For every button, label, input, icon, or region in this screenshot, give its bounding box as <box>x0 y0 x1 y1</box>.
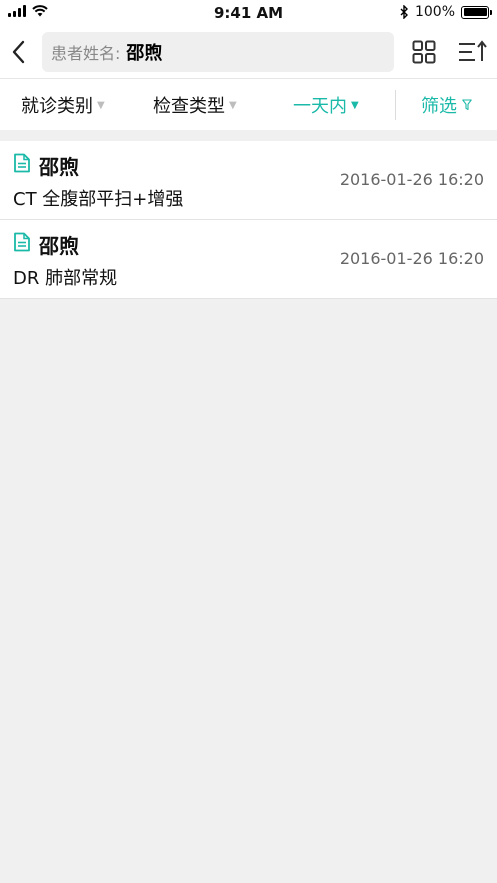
battery-icon <box>461 5 492 19</box>
sort-icon[interactable] <box>458 40 488 64</box>
exam-datetime: 2016-01-26 16:20 <box>339 170 484 189</box>
exam-description: CT 全腹部平扫+增强 <box>13 189 184 210</box>
filter-bar: 就诊类别 ▼ 检查类型 ▼ 一天内 ▼ 筛选 <box>0 78 497 130</box>
search-input[interactable]: 患者姓名: 邵煦 <box>42 32 394 72</box>
record-row[interactable]: 邵煦 DR 肺部常规 2016-01-26 16:20 <box>0 220 497 299</box>
search-header: 患者姓名: 邵煦 <box>0 26 497 78</box>
filter-label: 一天内 <box>293 96 347 117</box>
filter-label: 筛选 <box>421 96 457 117</box>
battery-percent: 100% <box>414 4 455 20</box>
grid-view-icon[interactable] <box>412 40 436 64</box>
filter-time-range[interactable]: 一天内 ▼ <box>293 79 359 131</box>
patient-name: 邵煦 <box>39 155 79 179</box>
document-icon <box>14 232 30 252</box>
back-icon[interactable] <box>6 36 32 68</box>
filter-label: 就诊类别 <box>21 96 93 117</box>
caret-down-icon: ▼ <box>351 99 359 111</box>
filter-divider <box>395 90 396 120</box>
filter-visit-category[interactable]: 就诊类别 ▼ <box>21 79 105 131</box>
record-list: 邵煦 CT 全腹部平扫+增强 2016-01-26 16:20 邵煦 DR 肺部… <box>0 141 497 299</box>
status-bar: 9:41 AM 100% <box>0 0 497 26</box>
filter-more-button[interactable]: 筛选 <box>421 79 472 131</box>
status-right: 100% <box>400 4 492 20</box>
caret-down-icon: ▼ <box>229 99 237 111</box>
exam-description: DR 肺部常规 <box>13 268 118 289</box>
patient-name: 邵煦 <box>39 234 79 258</box>
funnel-icon <box>462 99 472 111</box>
search-prefix-label: 患者姓名: <box>51 44 121 63</box>
search-value[interactable]: 邵煦 <box>126 39 162 65</box>
filter-exam-type[interactable]: 检查类型 ▼ <box>153 79 237 131</box>
exam-datetime: 2016-01-26 16:20 <box>339 249 484 268</box>
document-icon <box>14 153 30 173</box>
caret-down-icon: ▼ <box>97 99 105 111</box>
filter-label: 检查类型 <box>153 96 225 117</box>
bluetooth-icon <box>400 5 408 19</box>
record-row[interactable]: 邵煦 CT 全腹部平扫+增强 2016-01-26 16:20 <box>0 141 497 220</box>
